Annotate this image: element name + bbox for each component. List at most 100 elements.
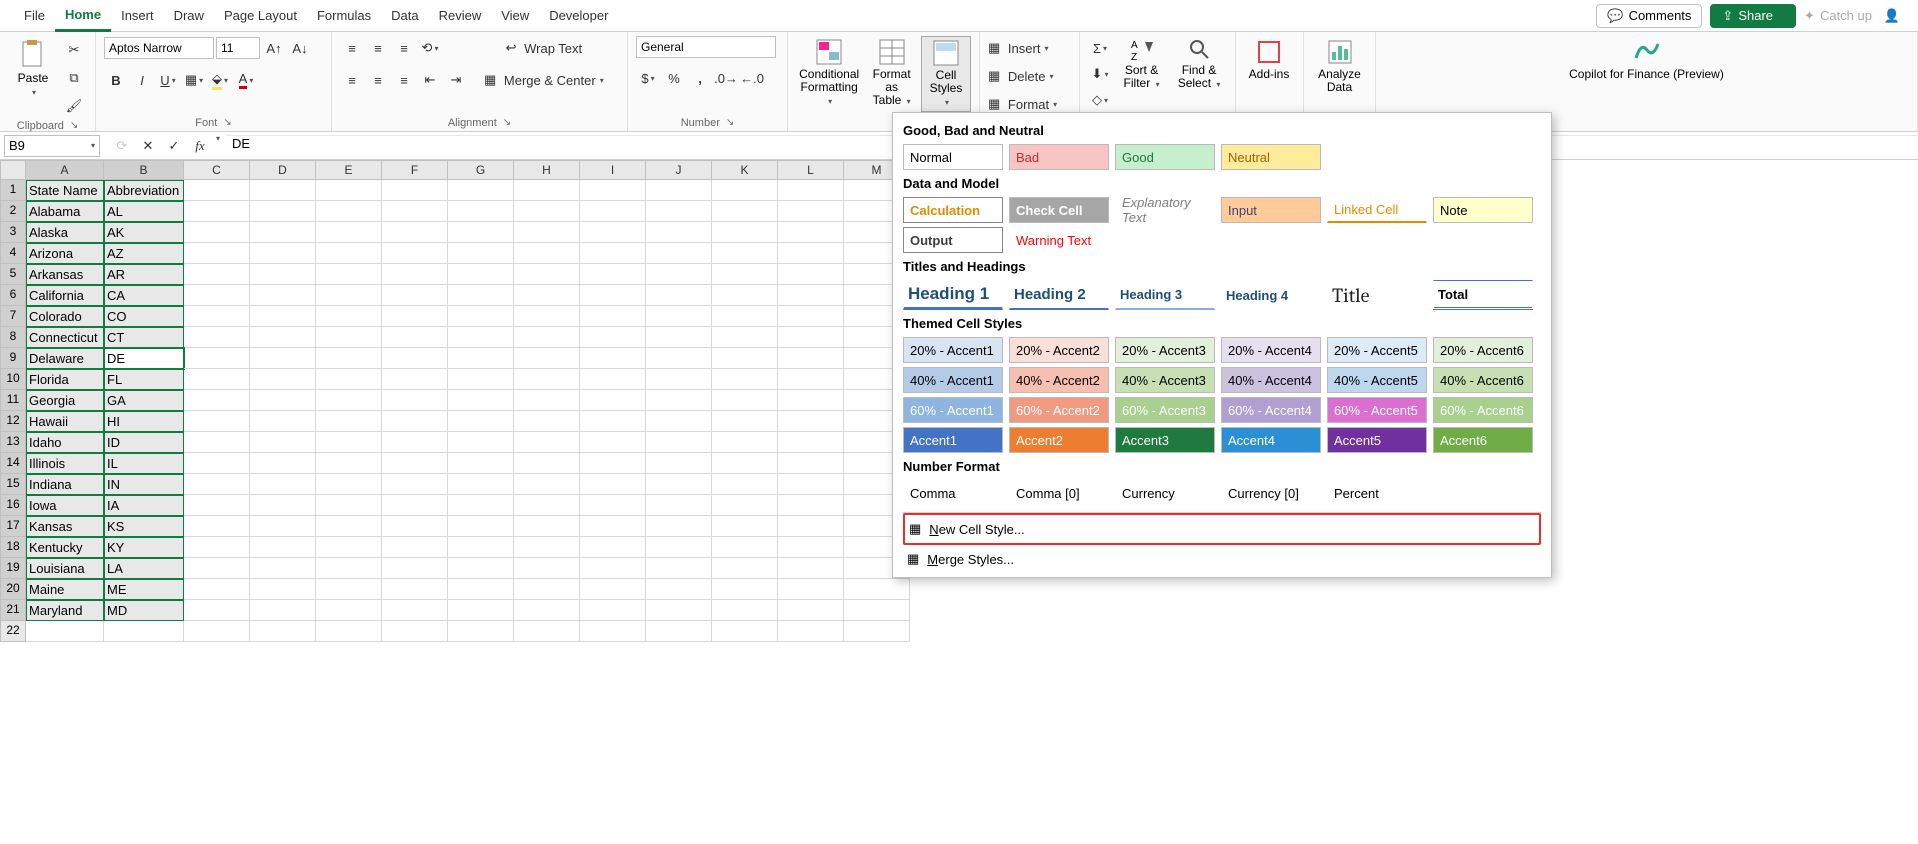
cell-B13[interactable]: ID — [104, 432, 184, 453]
cell-J16[interactable] — [646, 495, 712, 516]
cell-F16[interactable] — [382, 495, 448, 516]
style-40-accent2[interactable]: 40% - Accent2 — [1009, 367, 1109, 393]
cell-C10[interactable] — [184, 369, 250, 390]
cell-L15[interactable] — [778, 474, 844, 495]
cell-E2[interactable] — [316, 201, 382, 222]
cell-G19[interactable] — [448, 558, 514, 579]
cell-C7[interactable] — [184, 306, 250, 327]
style-40-accent1[interactable]: 40% - Accent1 — [903, 367, 1003, 393]
cell-C1[interactable] — [184, 180, 250, 201]
autosum-button[interactable]: Σ▾ — [1088, 36, 1112, 60]
cell-L20[interactable] — [778, 579, 844, 600]
cell-F1[interactable] — [382, 180, 448, 201]
style-linked-cell[interactable]: Linked Cell — [1327, 197, 1427, 223]
cell-C21[interactable] — [184, 600, 250, 621]
cell-B21[interactable]: MD — [104, 600, 184, 621]
cell-G8[interactable] — [448, 327, 514, 348]
cut-button[interactable]: ✂ — [62, 38, 86, 62]
align-bottom-button[interactable]: ≡ — [392, 36, 416, 60]
cell-E14[interactable] — [316, 453, 382, 474]
row-header-13[interactable]: 13 — [0, 432, 26, 453]
user-icon[interactable]: 👤 — [1880, 4, 1904, 28]
cell-G4[interactable] — [448, 243, 514, 264]
cell-E6[interactable] — [316, 285, 382, 306]
cell-G5[interactable] — [448, 264, 514, 285]
cell-G15[interactable] — [448, 474, 514, 495]
cell-G13[interactable] — [448, 432, 514, 453]
cell-C11[interactable] — [184, 390, 250, 411]
cell-K12[interactable] — [712, 411, 778, 432]
comma-button[interactable]: , — [688, 66, 712, 90]
cell-B7[interactable]: CO — [104, 306, 184, 327]
row-header-19[interactable]: 19 — [0, 558, 26, 579]
cell-J12[interactable] — [646, 411, 712, 432]
cell-F18[interactable] — [382, 537, 448, 558]
cell-J10[interactable] — [646, 369, 712, 390]
cell-D13[interactable] — [250, 432, 316, 453]
style-40-accent6[interactable]: 40% - Accent6 — [1433, 367, 1533, 393]
cell-M22[interactable] — [844, 621, 910, 642]
cell-C14[interactable] — [184, 453, 250, 474]
style-20-accent6[interactable]: 20% - Accent6 — [1433, 337, 1533, 363]
cell-H4[interactable] — [514, 243, 580, 264]
cell-K2[interactable] — [712, 201, 778, 222]
font-color-button[interactable]: A▾ — [234, 68, 258, 92]
style-calculation[interactable]: Calculation — [903, 197, 1003, 223]
cell-K17[interactable] — [712, 516, 778, 537]
cell-F5[interactable] — [382, 264, 448, 285]
style-bad[interactable]: Bad — [1009, 144, 1109, 170]
cell-J18[interactable] — [646, 537, 712, 558]
number-format-select[interactable] — [636, 36, 776, 58]
merge-styles-item[interactable]: ▦ Merge Styles... — [903, 545, 1541, 573]
cell-D3[interactable] — [250, 222, 316, 243]
cell-G22[interactable] — [448, 621, 514, 642]
alignment-launcher[interactable]: ↘ — [503, 117, 511, 129]
cell-L17[interactable] — [778, 516, 844, 537]
cell-E8[interactable] — [316, 327, 382, 348]
accounting-button[interactable]: $▾ — [636, 66, 660, 90]
row-header-18[interactable]: 18 — [0, 537, 26, 558]
cell-D4[interactable] — [250, 243, 316, 264]
cell-J3[interactable] — [646, 222, 712, 243]
cell-E19[interactable] — [316, 558, 382, 579]
cell-A16[interactable]: Iowa — [26, 495, 104, 516]
cell-K14[interactable] — [712, 453, 778, 474]
cell-I6[interactable] — [580, 285, 646, 306]
cell-M21[interactable] — [844, 600, 910, 621]
cell-E10[interactable] — [316, 369, 382, 390]
cell-F4[interactable] — [382, 243, 448, 264]
cell-H6[interactable] — [514, 285, 580, 306]
cell-L9[interactable] — [778, 348, 844, 369]
cell-B16[interactable]: IA — [104, 495, 184, 516]
cell-D21[interactable] — [250, 600, 316, 621]
enter-icon[interactable]: ✓ — [162, 134, 186, 158]
cell-C12[interactable] — [184, 411, 250, 432]
cell-K6[interactable] — [712, 285, 778, 306]
cell-B10[interactable]: FL — [104, 369, 184, 390]
cell-C19[interactable] — [184, 558, 250, 579]
cell-M20[interactable] — [844, 579, 910, 600]
row-header-20[interactable]: 20 — [0, 579, 26, 600]
cell-K15[interactable] — [712, 474, 778, 495]
cell-J1[interactable] — [646, 180, 712, 201]
cell-D19[interactable] — [250, 558, 316, 579]
style-comma-0-[interactable]: Comma [0] — [1009, 480, 1109, 506]
cell-B2[interactable]: AL — [104, 201, 184, 222]
cell-K8[interactable] — [712, 327, 778, 348]
cell-K13[interactable] — [712, 432, 778, 453]
cell-F6[interactable] — [382, 285, 448, 306]
cell-E11[interactable] — [316, 390, 382, 411]
fx-dropdown[interactable]: ▾ — [214, 134, 220, 158]
cell-C9[interactable] — [184, 348, 250, 369]
analyze-data-button[interactable]: Analyze Data — [1312, 36, 1367, 96]
tab-insert[interactable]: Insert — [111, 0, 164, 32]
cell-B20[interactable]: ME — [104, 579, 184, 600]
style-accent5[interactable]: Accent5 — [1327, 427, 1427, 453]
font-size-select[interactable] — [216, 37, 260, 59]
cell-D20[interactable] — [250, 579, 316, 600]
cell-F13[interactable] — [382, 432, 448, 453]
cell-J11[interactable] — [646, 390, 712, 411]
cell-A8[interactable]: Connecticut — [26, 327, 104, 348]
row-header-3[interactable]: 3 — [0, 222, 26, 243]
cell-J15[interactable] — [646, 474, 712, 495]
